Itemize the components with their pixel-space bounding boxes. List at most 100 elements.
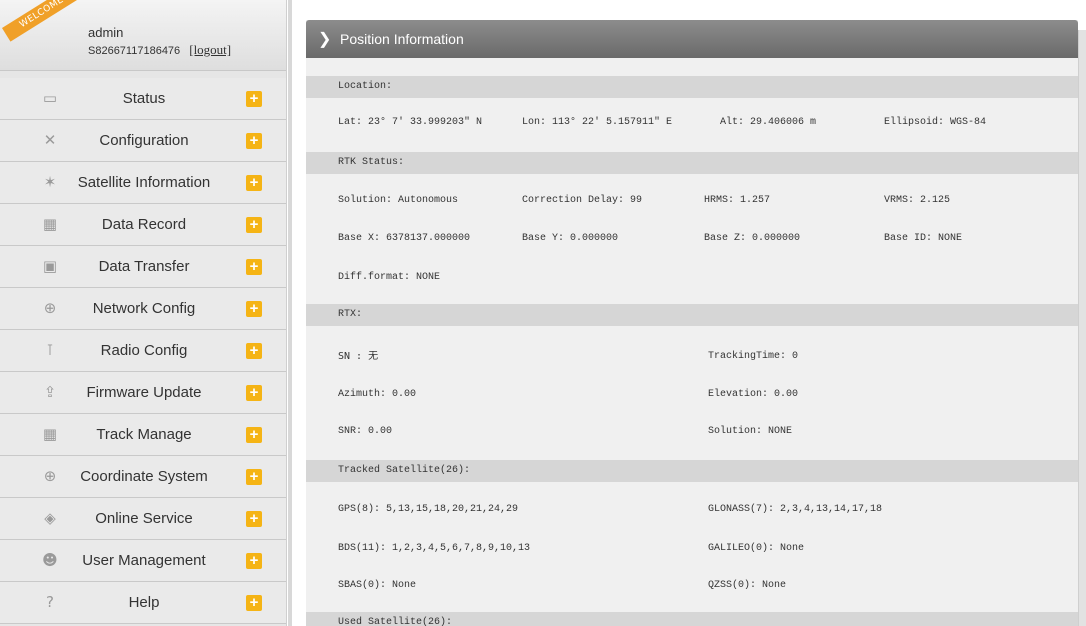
- tracked-row-3: SBAS(0): None QZSS(0): None: [306, 575, 1078, 597]
- sidebar-item-label: Online Service: [95, 510, 193, 527]
- sidebar-item-data-transfer[interactable]: ▣ Data Transfer +: [0, 246, 286, 288]
- sidebar-item-label: Radio Config: [100, 342, 188, 359]
- rtx-row-3: SNR: 0.00 Solution: NONE: [306, 421, 1078, 443]
- sidebar-item-help[interactable]: ? Help +: [0, 582, 286, 624]
- location-row: Lat: 23° 7′ 33.999203″ N Lon: 113° 22′ 5…: [306, 112, 1078, 134]
- section-header-location: Location:: [306, 76, 1078, 98]
- rtk-row-1: Solution: Autonomous Correction Delay: 9…: [306, 190, 1078, 212]
- scrollbar[interactable]: [1078, 30, 1086, 626]
- hrms-value: HRMS: 1.257: [704, 195, 771, 206]
- question-icon: ?: [46, 593, 54, 611]
- snr-value: SNR: 0.00: [338, 426, 393, 437]
- chevron-right-icon: ❯: [318, 31, 332, 48]
- device-serial: S82667117186476 [logout]: [88, 42, 231, 58]
- panel-header: ❯ Position Information: [306, 20, 1078, 58]
- expand-icon[interactable]: +: [246, 259, 262, 275]
- section-header-tracked-satellite: Tracked Satellite(26):: [306, 460, 1078, 482]
- longitude-value: Lon: 113° 22′ 5.157911″ E: [522, 117, 673, 128]
- section-title: Used Satellite(26):: [338, 617, 453, 626]
- sidebar-item-data-record[interactable]: ▦ Data Record +: [0, 204, 286, 246]
- diff-format: Diff.format: NONE: [338, 272, 441, 283]
- user-panel: WELCOME admin S82667117186476 [logout]: [0, 0, 286, 71]
- sidebar-item-track-manage[interactable]: ▦ Track Manage +: [0, 414, 286, 456]
- base-z: Base Z: 0.000000: [704, 233, 801, 244]
- elevation-value: Elevation: 0.00: [708, 389, 799, 400]
- section-title: RTK Status:: [338, 157, 405, 168]
- tools-icon: ✕: [43, 131, 57, 149]
- latitude-value: Lat: 23° 7′ 33.999203″ N: [338, 117, 483, 128]
- cube-icon: ◈: [44, 509, 56, 527]
- rtk-row-2: Base X: 6378137.000000 Base Y: 0.000000 …: [306, 228, 1078, 250]
- section-header-used-satellite: Used Satellite(26):: [306, 612, 1078, 626]
- ellipsoid-value: Ellipsoid: WGS-84: [884, 117, 987, 128]
- expand-icon[interactable]: +: [246, 217, 262, 233]
- panel-title: Position Information: [340, 31, 464, 47]
- sidebar-item-label: Help: [128, 594, 160, 611]
- rtx-row-2: Azimuth: 0.00 Elevation: 0.00: [306, 384, 1078, 406]
- base-id: Base ID: NONE: [884, 233, 963, 244]
- sidebar-item-label: Configuration: [99, 132, 189, 149]
- sidebar-item-online-service[interactable]: ◈ Online Service +: [0, 498, 286, 540]
- upload-icon: ⇪: [43, 383, 57, 401]
- satellite-icon: ✶: [43, 173, 57, 191]
- sidebar: WELCOME admin S82667117186476 [logout] ▭…: [0, 0, 287, 626]
- sbas-satellites: SBAS(0): None: [338, 580, 417, 591]
- galileo-satellites: GALILEO(0): None: [708, 543, 805, 554]
- tracked-row-1: GPS(8): 5,13,15,18,20,21,24,29 GLONASS(7…: [306, 499, 1078, 521]
- device-serial-text: S82667117186476: [88, 45, 181, 57]
- sidebar-item-radio-config[interactable]: ⊺ Radio Config +: [0, 330, 286, 372]
- section-title: RTX:: [338, 309, 363, 320]
- rtx-solution: Solution: NONE: [708, 426, 793, 437]
- sidebar-item-label: Coordinate System: [80, 468, 208, 485]
- azimuth-value: Azimuth: 0.00: [338, 389, 417, 400]
- sidebar-item-satellite-information[interactable]: ✶ Satellite Information +: [0, 162, 286, 204]
- expand-icon[interactable]: +: [246, 595, 262, 611]
- sidebar-item-label: Status: [122, 90, 166, 107]
- base-y: Base Y: 0.000000: [522, 233, 619, 244]
- network-icon: ▣: [42, 257, 58, 275]
- section-title: Tracked Satellite(26):: [338, 465, 471, 476]
- sidebar-item-label: Data Record: [101, 216, 187, 233]
- altitude-value: Alt: 29.406006 m: [720, 117, 817, 128]
- welcome-ribbon: WELCOME: [2, 0, 82, 42]
- logout-link[interactable]: [logout]: [189, 42, 231, 57]
- rtk-row-3: Diff.format: NONE: [306, 267, 1078, 289]
- expand-icon[interactable]: +: [246, 175, 262, 191]
- section-header-rtk-status: RTK Status:: [306, 152, 1078, 174]
- sidebar-item-label: Network Config: [92, 300, 196, 317]
- rtk-solution: Solution: Autonomous: [338, 195, 459, 206]
- rtx-row-1: SN : 无 TrackingTime: 0: [306, 346, 1078, 368]
- expand-icon[interactable]: +: [246, 301, 262, 317]
- correction-delay: Correction Delay: 99: [522, 195, 643, 206]
- globe-icon: ⊕: [43, 299, 57, 317]
- tracked-row-2: BDS(11): 1,2,3,4,5,6,7,8,9,10,13 GALILEO…: [306, 538, 1078, 560]
- sidebar-item-coordinate-system[interactable]: ⊕ Coordinate System +: [0, 456, 286, 498]
- section-header-rtx: RTX:: [306, 304, 1078, 326]
- sidebar-item-configuration[interactable]: ✕ Configuration +: [0, 120, 286, 162]
- sidebar-item-network-config[interactable]: ⊕ Network Config +: [0, 288, 286, 330]
- glonass-satellites: GLONASS(7): 2,3,4,13,14,17,18: [708, 504, 883, 515]
- expand-icon[interactable]: +: [246, 91, 262, 107]
- sidebar-item-label: Satellite Information: [77, 174, 211, 191]
- expand-icon[interactable]: +: [246, 133, 262, 149]
- expand-icon[interactable]: +: [246, 427, 262, 443]
- expand-icon[interactable]: +: [246, 343, 262, 359]
- rtx-sn: SN : 无: [338, 351, 379, 362]
- sidebar-item-label: Track Manage: [96, 426, 192, 443]
- monitor-icon: ▭: [42, 89, 58, 107]
- sidebar-item-label: Firmware Update: [86, 384, 202, 401]
- sidebar-item-user-management[interactable]: ☻ User Management +: [0, 540, 286, 582]
- sidebar-item-firmware-update[interactable]: ⇪ Firmware Update +: [0, 372, 286, 414]
- expand-icon[interactable]: +: [246, 553, 262, 569]
- base-x: Base X: 6378137.000000: [338, 233, 471, 244]
- bds-satellites: BDS(11): 1,2,3,4,5,6,7,8,9,10,13: [338, 543, 531, 554]
- expand-icon[interactable]: +: [246, 511, 262, 527]
- globe-icon: ⊕: [43, 467, 57, 485]
- expand-icon[interactable]: +: [246, 385, 262, 401]
- sidebar-item-status[interactable]: ▭ Status +: [0, 78, 286, 120]
- sidebar-nav: ▭ Status + ✕ Configuration + ✶ Satellite…: [0, 78, 286, 624]
- pane-divider[interactable]: [288, 0, 292, 626]
- expand-icon[interactable]: +: [246, 469, 262, 485]
- users-icon: ☻: [42, 551, 58, 569]
- tracking-time: TrackingTime: 0: [708, 351, 799, 362]
